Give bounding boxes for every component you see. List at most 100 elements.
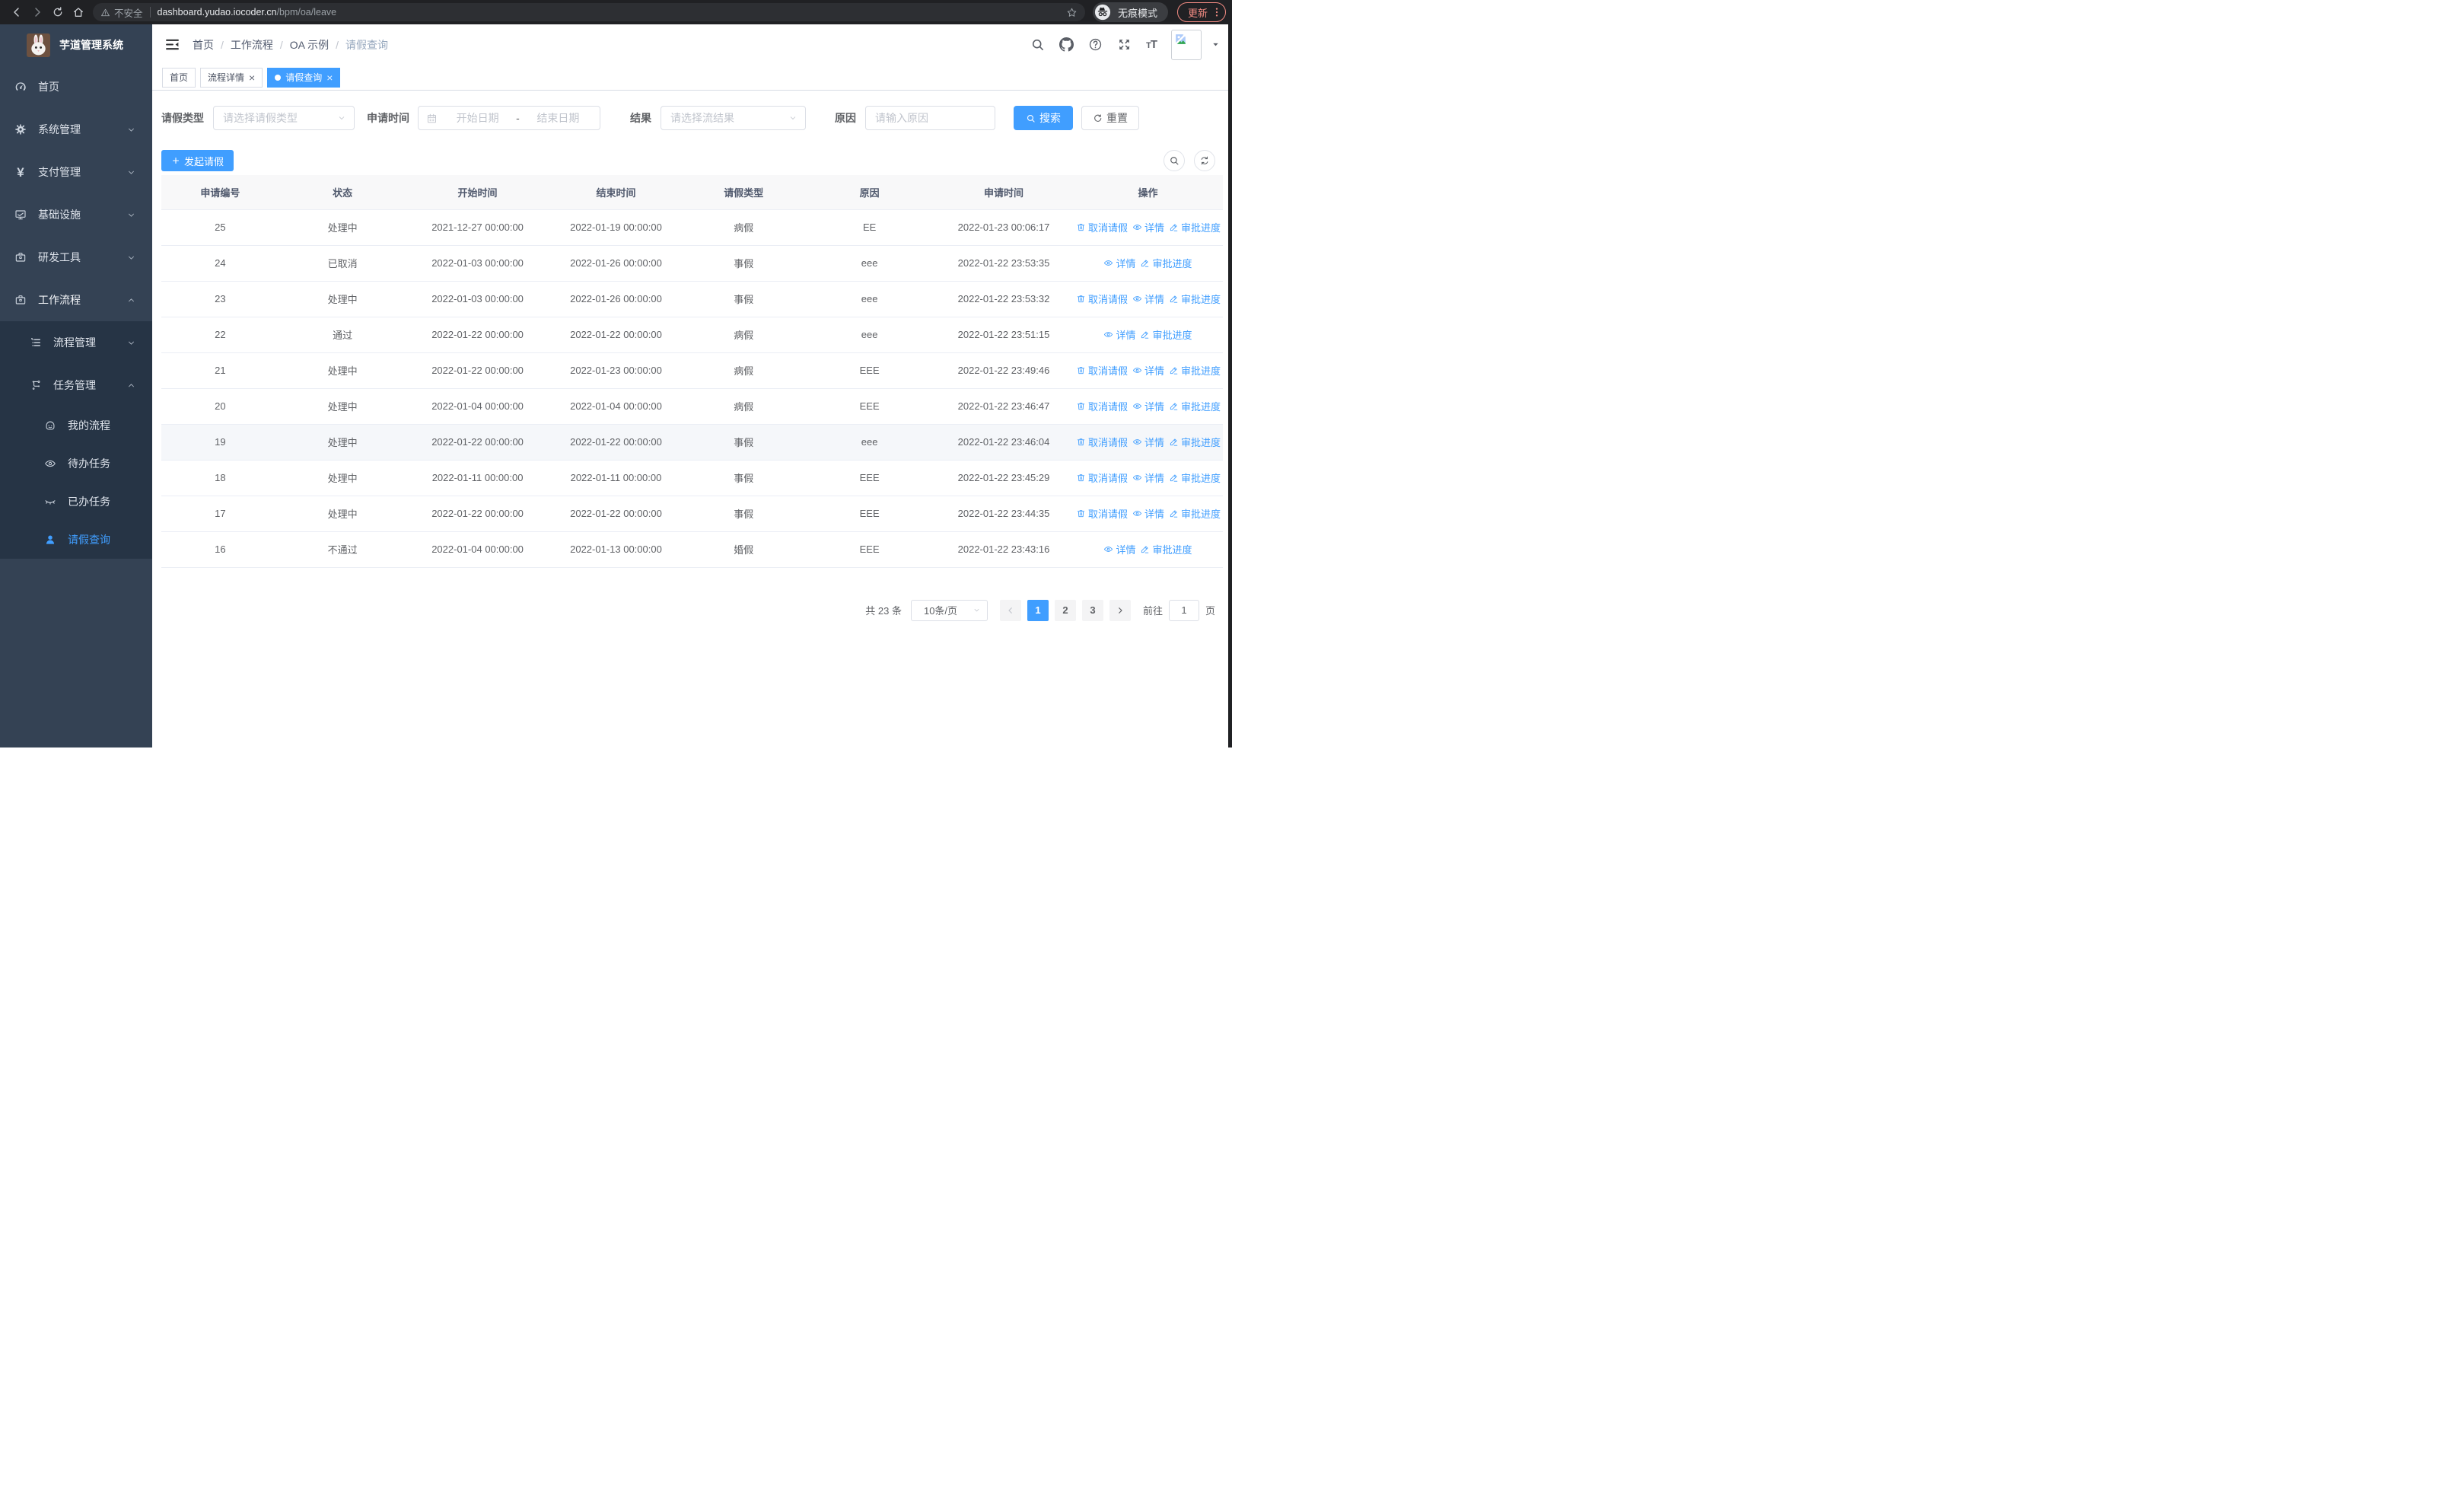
sidebar-item-6[interactable]: 流程管理 bbox=[0, 321, 152, 364]
detail-action-link[interactable]: 详情 bbox=[1132, 435, 1164, 449]
app-logo[interactable]: 芋道管理系统 bbox=[0, 24, 152, 65]
reason-input-wrap bbox=[865, 106, 995, 130]
user-avatar[interactable] bbox=[1171, 29, 1202, 60]
progress-action-link[interactable]: 审批进度 bbox=[1169, 363, 1221, 378]
progress-action-link[interactable]: 审批进度 bbox=[1169, 470, 1221, 485]
sidebar-item-4[interactable]: 研发工具 bbox=[0, 236, 152, 279]
detail-action-link[interactable]: 详情 bbox=[1132, 506, 1164, 521]
fullscreen-icon[interactable] bbox=[1117, 37, 1132, 52]
sidebar-item-9[interactable]: 待办任务 bbox=[0, 445, 152, 483]
sidebar-item-3[interactable]: 基础设施 bbox=[0, 193, 152, 236]
breadcrumb-item[interactable]: 首页 bbox=[193, 37, 214, 53]
browser-update-button[interactable]: 更新 bbox=[1176, 2, 1226, 22]
help-icon[interactable] bbox=[1088, 37, 1103, 52]
cancel-action-link[interactable]: 取消请假 bbox=[1076, 435, 1128, 449]
goto-page-input[interactable] bbox=[1168, 599, 1199, 621]
detail-action-link[interactable]: 详情 bbox=[1132, 399, 1164, 413]
security-chip[interactable]: 不安全 bbox=[100, 5, 143, 20]
detail-action-link[interactable]: 详情 bbox=[1132, 220, 1164, 234]
chevron-down-icon bbox=[126, 125, 136, 135]
sidebar-item-8[interactable]: 我的流程 bbox=[0, 406, 152, 445]
tab-2[interactable]: 请假查询 × bbox=[267, 67, 341, 88]
tab-0[interactable]: 首页 bbox=[162, 67, 196, 88]
progress-action-link[interactable]: 审批进度 bbox=[1140, 327, 1192, 342]
browser-home-icon[interactable] bbox=[68, 2, 88, 23]
cancel-action-link[interactable]: 取消请假 bbox=[1076, 363, 1128, 378]
sidebar-item-label: 研发工具 bbox=[38, 251, 81, 263]
sidebar-item-7[interactable]: 任务管理 bbox=[0, 364, 152, 406]
sidebar-item-2[interactable]: ¥ 支付管理 bbox=[0, 151, 152, 193]
font-size-icon[interactable]: TT bbox=[1146, 38, 1157, 51]
eye-icon bbox=[1132, 437, 1142, 447]
detail-action-link[interactable]: 详情 bbox=[1132, 292, 1164, 306]
filter-result-label: 结果 bbox=[630, 112, 651, 124]
progress-action-link[interactable]: 审批进度 bbox=[1169, 435, 1221, 449]
progress-action-link[interactable]: 审批进度 bbox=[1140, 256, 1192, 270]
detail-action-link[interactable]: 详情 bbox=[1103, 256, 1135, 270]
cell-id: 21 bbox=[161, 352, 279, 389]
end-date-placeholder: 结束日期 bbox=[536, 112, 580, 124]
close-icon[interactable]: × bbox=[249, 72, 255, 83]
create-leave-button[interactable]: 发起请假 bbox=[161, 150, 234, 171]
refresh-table-button[interactable] bbox=[1194, 150, 1215, 171]
apply-time-range-picker[interactable]: 开始日期 - 结束日期 bbox=[418, 106, 600, 130]
progress-action-link[interactable]: 审批进度 bbox=[1169, 292, 1221, 306]
bookmark-star-icon[interactable] bbox=[1066, 7, 1078, 18]
kebab-menu-icon[interactable] bbox=[1211, 6, 1223, 18]
progress-action-link[interactable]: 审批进度 bbox=[1169, 220, 1221, 234]
cell-start: 2022-01-22 00:00:00 bbox=[406, 496, 549, 532]
cancel-action-link[interactable]: 取消请假 bbox=[1076, 292, 1128, 306]
sidebar-item-label: 任务管理 bbox=[53, 379, 96, 391]
reset-button[interactable]: 重置 bbox=[1081, 106, 1139, 130]
sidebar-item-11[interactable]: 请假查询 bbox=[0, 521, 152, 559]
cancel-action-link[interactable]: 取消请假 bbox=[1076, 399, 1128, 413]
page-button-2[interactable]: 2 bbox=[1054, 599, 1076, 621]
progress-action-link[interactable]: 审批进度 bbox=[1140, 542, 1192, 556]
result-select[interactable]: 请选择流结果 bbox=[661, 106, 806, 130]
browser-back-icon[interactable] bbox=[6, 2, 27, 23]
address-bar[interactable]: 不安全 dashboard.yudao.iocoder.cn/bpm/oa/le… bbox=[93, 3, 1085, 21]
cancel-action-link[interactable]: 取消请假 bbox=[1076, 506, 1128, 521]
github-icon[interactable] bbox=[1059, 37, 1074, 52]
page-size-select[interactable]: 10条/页 bbox=[910, 599, 988, 621]
window-edge-scrollbar[interactable] bbox=[1228, 24, 1232, 748]
leave-type-select[interactable]: 请选择请假类型 bbox=[213, 106, 355, 130]
progress-action-link[interactable]: 审批进度 bbox=[1169, 506, 1221, 521]
show-search-button[interactable] bbox=[1164, 150, 1185, 171]
cell-end: 2022-01-26 00:00:00 bbox=[549, 281, 683, 317]
navbar: 首页 / 工作流程 / OA 示例 / 请假查询 TT bbox=[152, 24, 1232, 65]
browser-forward-icon[interactable] bbox=[27, 2, 47, 23]
sidebar-item-5[interactable]: 工作流程 bbox=[0, 279, 152, 321]
close-icon[interactable]: × bbox=[326, 72, 333, 83]
detail-action-link[interactable]: 详情 bbox=[1132, 363, 1164, 378]
sidebar-item-0[interactable]: 首页 bbox=[0, 65, 152, 108]
tab-1[interactable]: 流程详情 × bbox=[200, 67, 263, 88]
person-icon bbox=[44, 534, 56, 546]
sidebar-item-10[interactable]: 已办任务 bbox=[0, 483, 152, 521]
browser-reload-icon[interactable] bbox=[47, 2, 68, 23]
detail-action-link[interactable]: 详情 bbox=[1132, 470, 1164, 485]
logo-avatar bbox=[27, 33, 50, 57]
progress-action-link[interactable]: 审批进度 bbox=[1169, 399, 1221, 413]
cancel-action-link[interactable]: 取消请假 bbox=[1076, 470, 1128, 485]
cell-reason: EE bbox=[804, 209, 935, 246]
next-page-button[interactable] bbox=[1109, 599, 1131, 621]
page-button-1[interactable]: 1 bbox=[1027, 599, 1049, 621]
sidebar-collapse-icon[interactable] bbox=[164, 37, 180, 53]
prev-page-button[interactable] bbox=[999, 599, 1021, 621]
pen-icon bbox=[1169, 508, 1179, 518]
avatar-caret-icon[interactable] bbox=[1211, 40, 1220, 49]
sidebar-item-1[interactable]: 系统管理 bbox=[0, 108, 152, 151]
cancel-action-link[interactable]: 取消请假 bbox=[1076, 220, 1128, 234]
breadcrumb-item[interactable]: OA 示例 bbox=[290, 37, 329, 53]
detail-action-link[interactable]: 详情 bbox=[1103, 542, 1135, 556]
cell-end: 2022-01-22 00:00:00 bbox=[549, 496, 683, 532]
cell-reason: eee bbox=[804, 424, 935, 461]
breadcrumb-item[interactable]: 工作流程 bbox=[231, 37, 273, 53]
search-icon[interactable] bbox=[1030, 37, 1045, 52]
page-button-3[interactable]: 3 bbox=[1081, 599, 1103, 621]
search-button[interactable]: 搜索 bbox=[1014, 106, 1073, 130]
cell-apply-time: 2022-01-22 23:49:46 bbox=[934, 352, 1073, 389]
detail-action-link[interactable]: 详情 bbox=[1103, 327, 1135, 342]
reason-input[interactable] bbox=[866, 107, 995, 129]
